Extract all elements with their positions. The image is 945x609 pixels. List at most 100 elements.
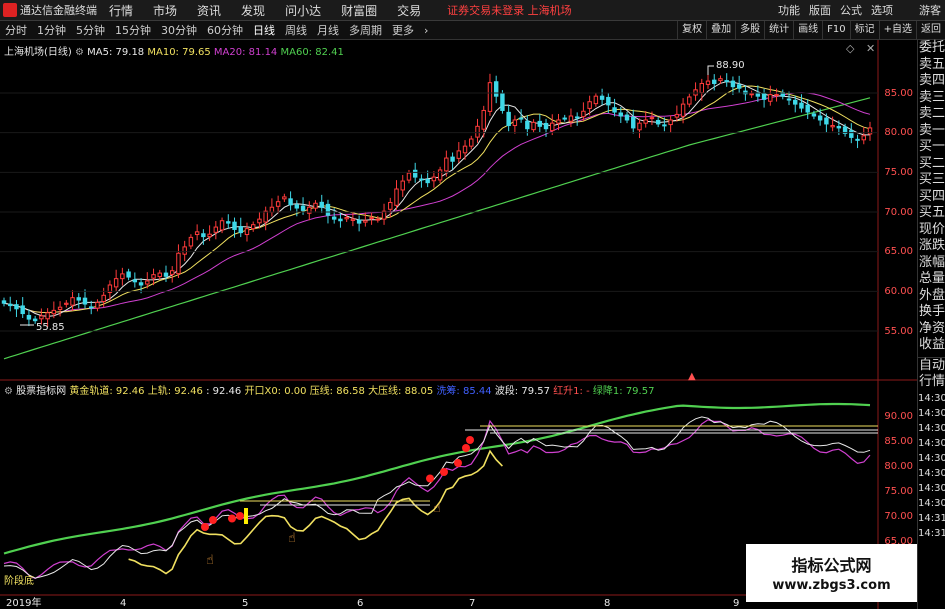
candle-body (674, 113, 680, 118)
tf-60min[interactable]: 60分钟 (202, 22, 248, 38)
tool-draw[interactable]: 画线 (793, 21, 822, 39)
tf-5min[interactable]: 5分钟 (71, 22, 110, 38)
settings-gear-icon[interactable]: ⚙ (75, 47, 84, 58)
menu-market[interactable]: 市场 (153, 2, 177, 19)
candle-body (637, 122, 642, 131)
more-arrow-icon[interactable]: › (419, 24, 433, 37)
time-tick: 9 (733, 598, 739, 609)
candle-body (693, 89, 698, 96)
stock-title[interactable]: 上海机场(日线) (4, 47, 72, 58)
candle-body (506, 111, 511, 127)
candle-body (574, 116, 580, 119)
side-item: 卖五 (918, 56, 945, 72)
price-tick: 55.00 (884, 326, 913, 337)
menu-news[interactable]: 资讯 (197, 2, 221, 19)
menu-guest[interactable]: 游客 (919, 2, 941, 18)
menu-quotes[interactable]: 行情 (109, 2, 133, 19)
indicator-tick: 90.00 (884, 411, 913, 422)
red-signal-marker (462, 444, 470, 452)
tool-add-watchlist[interactable]: +自选 (878, 21, 916, 39)
indicator-tick: 80.00 (884, 461, 913, 472)
chart-area[interactable]: 85.00 80.00 75.00 70.00 65.00 60.00 55.0… (0, 40, 917, 609)
candle-body (238, 226, 243, 234)
menu-layout[interactable]: 版面 (809, 2, 831, 18)
side-item: 现价 (918, 221, 945, 237)
side-item: 换手 (918, 304, 945, 319)
candle-body (425, 178, 430, 184)
candle-body (82, 297, 88, 305)
indicator-name[interactable]: 股票指标网 (16, 386, 66, 397)
bottom-stage-label: 阶段底 (4, 574, 34, 587)
candle-body (132, 279, 138, 283)
login-warning[interactable]: 证券交易未登录 上海机场 (447, 2, 572, 18)
tf-monthly[interactable]: 月线 (312, 22, 344, 38)
tool-mark[interactable]: 标记 (849, 21, 879, 39)
side-item: 收益 (918, 337, 945, 352)
tool-stats[interactable]: 统计 (764, 21, 793, 39)
candle-body (606, 96, 611, 106)
tool-adjust[interactable]: 复权 (677, 21, 706, 39)
candle-body (543, 122, 549, 130)
time-tick: 7 (469, 598, 475, 609)
indicator-gear-icon[interactable]: ⚙ (4, 386, 13, 397)
menu-function[interactable]: 功能 (778, 2, 800, 18)
candle-body (20, 305, 25, 315)
tf-daily[interactable]: 日线 (248, 22, 280, 38)
red-signal-marker (228, 514, 236, 523)
tick-time: 14:30 (918, 452, 945, 464)
menu-trade[interactable]: 交易 (397, 2, 421, 19)
time-tick: 4 (120, 598, 126, 609)
yellow-signal-marker (244, 508, 248, 524)
side-item: 买二 (918, 155, 945, 171)
menu-discover[interactable]: 发现 (241, 2, 265, 19)
candle-body (207, 233, 212, 238)
ma5-legend: MA5: 79.18 (87, 47, 145, 58)
tf-more[interactable]: 更多 (387, 22, 419, 38)
panel-close-icon[interactable]: ✕ (866, 42, 875, 55)
candle-body (512, 119, 518, 127)
candle-body (138, 282, 144, 286)
candle-body (712, 79, 717, 84)
tool-overlay[interactable]: 叠加 (706, 21, 735, 39)
tf-multi-period[interactable]: 多周期 (344, 22, 387, 38)
candle-body (163, 272, 169, 277)
menu-wealth-circle[interactable]: 财富圈 (341, 2, 377, 19)
panel-controls: ◇ ✕ (846, 42, 875, 55)
watermark-url: www.zbgs3.com (772, 578, 891, 593)
candle-body (450, 156, 455, 162)
candle-body (388, 201, 393, 210)
menu-ask-xiaoda[interactable]: 问小达 (285, 2, 321, 19)
candle-body (581, 110, 586, 118)
side-item[interactable]: 行情 (918, 374, 945, 391)
menu-formula[interactable]: 公式 (840, 2, 862, 18)
candle-body (350, 218, 356, 221)
candle-body (250, 224, 256, 230)
price-tick: 65.00 (884, 246, 913, 257)
tool-f10[interactable]: F10 (822, 21, 849, 39)
diamond-icon[interactable]: ◇ (846, 42, 854, 55)
side-item[interactable]: 自动 (918, 356, 945, 375)
menu-options[interactable]: 选项 (871, 2, 893, 18)
tf-weekly[interactable]: 周线 (280, 22, 312, 38)
candle-body (493, 81, 499, 97)
tf-30min[interactable]: 30分钟 (156, 22, 202, 38)
side-item[interactable]: 委托 (918, 40, 945, 57)
tf-1min[interactable]: 1分钟 (32, 22, 71, 38)
tf-15min[interactable]: 15分钟 (110, 22, 156, 38)
candle-body (356, 219, 362, 224)
candle-body (113, 278, 119, 288)
candle-body (749, 93, 754, 96)
candle-body (325, 203, 331, 216)
tf-intraday[interactable]: 分时 (0, 22, 32, 38)
candle-body (194, 231, 200, 236)
red-signal-marker (440, 468, 448, 476)
tool-back[interactable]: 返回 (916, 21, 945, 39)
tick-time: 14:30 (918, 392, 945, 404)
tool-multi-stock[interactable]: 多股 (735, 21, 764, 39)
candle-body (126, 271, 131, 278)
candle-body (487, 82, 493, 112)
candle-body (406, 172, 412, 181)
candle-body (120, 273, 125, 280)
indicator-legend-item: 大压线: 88.05 (368, 386, 434, 397)
candle-body (26, 314, 32, 320)
